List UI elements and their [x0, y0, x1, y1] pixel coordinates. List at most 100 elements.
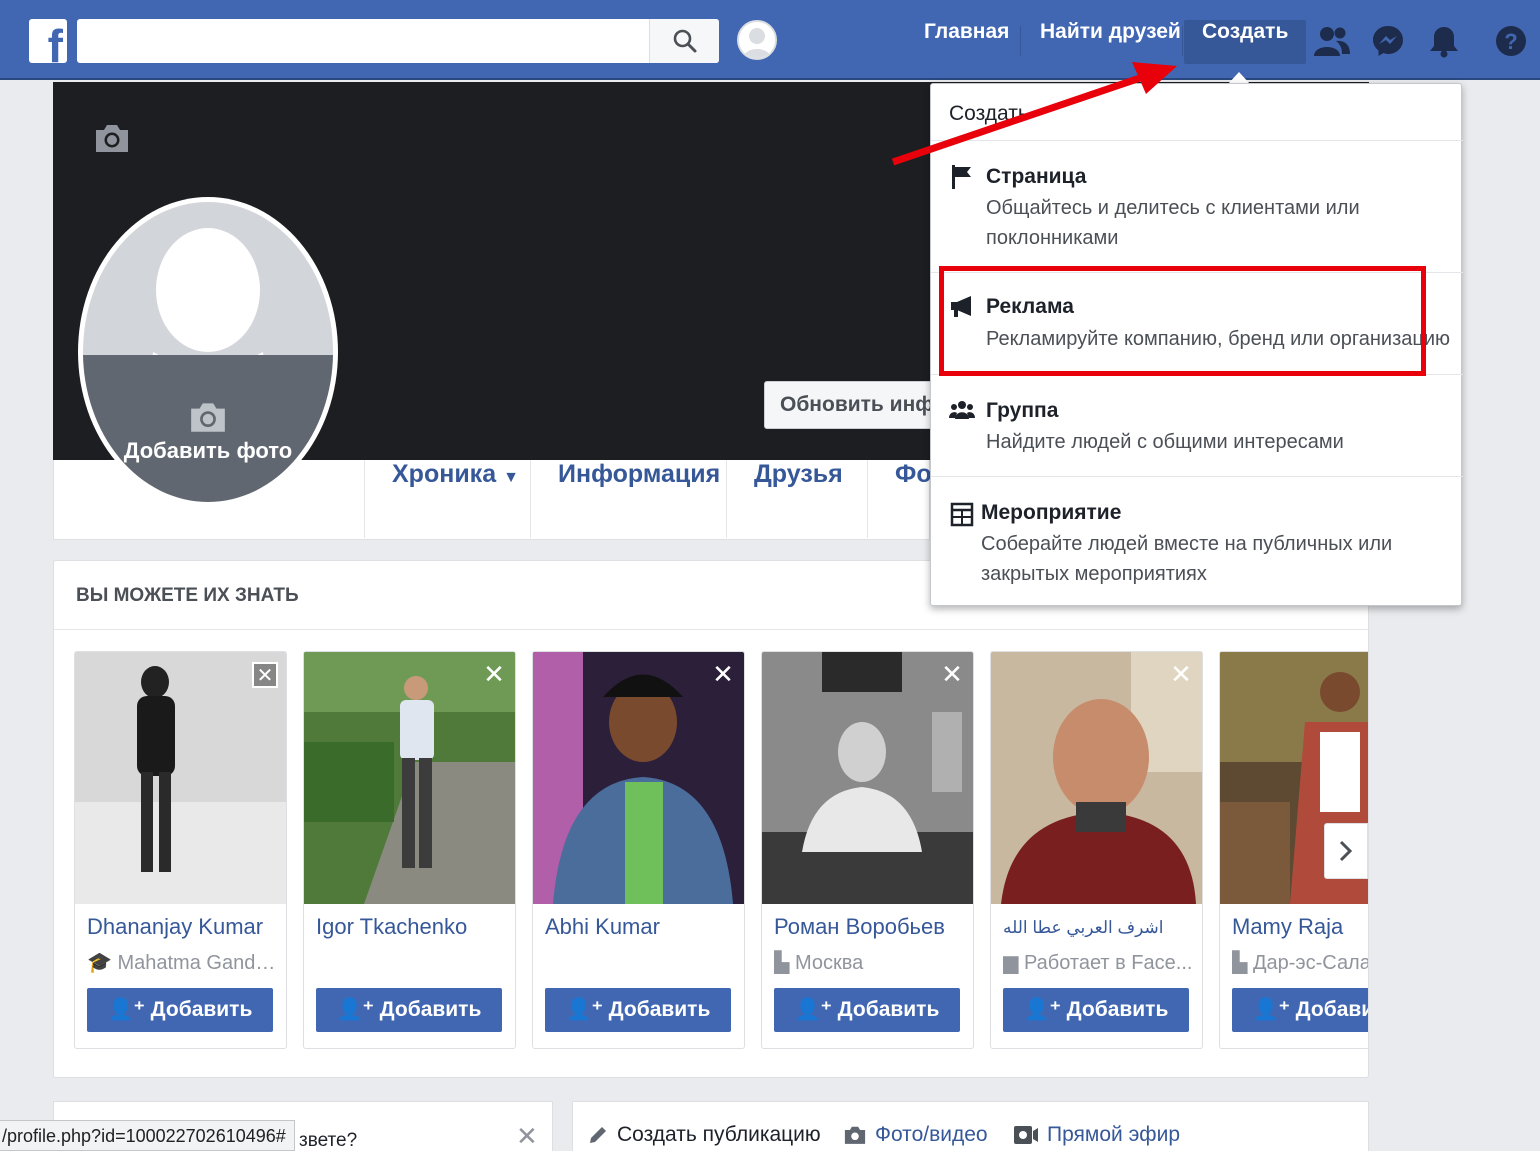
- nav-separator: [1020, 26, 1021, 56]
- help-icon: ?: [1496, 26, 1526, 56]
- person-name[interactable]: اشرف العربي عطا الله: [1003, 918, 1199, 938]
- menu-item-ad[interactable]: Реклама Рекламируйте компанию, бренд или…: [931, 273, 1463, 373]
- menu-item-title: Мероприятие: [981, 501, 1122, 524]
- dismiss-icon[interactable]: ✕: [1168, 662, 1194, 688]
- menu-item-desc: поклонниками: [986, 227, 1119, 249]
- menu-item-desc: Найдите людей с общими интересами: [986, 431, 1344, 453]
- dismiss-icon[interactable]: ✕: [252, 662, 278, 688]
- add-friend-button[interactable]: 👤⁺ Добавить: [87, 988, 273, 1032]
- section-title: ВЫ МОЖЕТЕ ИХ ЗНАТЬ: [76, 585, 299, 606]
- menu-item-desc: Общайтесь и делитесь с клиентами или: [986, 197, 1360, 219]
- add-friend-label: Добавить: [608, 998, 711, 1021]
- add-photo-overlay[interactable]: [83, 355, 333, 502]
- nav-home[interactable]: Главная: [912, 20, 1021, 64]
- add-friend-button[interactable]: 👤⁺ Добавить: [316, 988, 502, 1032]
- person-detail: ▙ Дар-эс-Салам: [1232, 950, 1368, 975]
- person-name[interactable]: Dhananjay Kumar: [87, 914, 283, 940]
- add-friend-icon: 👤⁺: [107, 998, 145, 1021]
- search-box: [77, 19, 719, 63]
- tab-timeline[interactable]: Хроника ▼: [364, 460, 546, 538]
- person-detail-text: Работает в Face...: [1023, 952, 1193, 974]
- avatar[interactable]: [737, 20, 777, 60]
- create-post-label: Создать публикацию: [617, 1123, 821, 1146]
- person-detail: ▙ Москва: [774, 950, 970, 975]
- nav-find-friends[interactable]: Найти друзей: [1028, 20, 1193, 64]
- close-icon[interactable]: ✕: [516, 1122, 538, 1151]
- school-icon: 🎓: [87, 952, 112, 974]
- person-card: ✕ Роман Воробьев ▙ Москва 👤⁺ Добавить: [761, 651, 974, 1049]
- people-you-may-know: ВЫ МОЖЕТЕ ИХ ЗНАТЬ ✕ Dhananjay Kumar 🎓 M…: [53, 560, 1369, 1078]
- question-text: звете?: [299, 1130, 358, 1151]
- dismiss-icon[interactable]: ✕: [481, 662, 507, 688]
- person-name[interactable]: Mamy Raja: [1232, 914, 1368, 940]
- camera-icon: [96, 125, 128, 152]
- add-friend-icon: 👤⁺: [1023, 998, 1061, 1021]
- add-friend-label: Добавить: [1066, 998, 1169, 1021]
- tab-about[interactable]: Информация: [530, 460, 747, 538]
- messenger-icon: [1373, 26, 1403, 56]
- friend-requests-button[interactable]: [1313, 22, 1351, 60]
- flag-icon: [952, 165, 971, 189]
- menu-item-group[interactable]: Группа Найдите людей с общими интересами: [931, 375, 1463, 475]
- live-video-button[interactable]: Прямой эфир: [1013, 1120, 1180, 1150]
- menu-item-title: Реклама: [986, 295, 1074, 318]
- person-name[interactable]: Роман Воробьев: [774, 914, 970, 940]
- create-post-button[interactable]: Создать публикацию: [587, 1120, 821, 1150]
- person-card: ✕ Abhi Kumar 👤⁺ Добавить: [532, 651, 745, 1049]
- post-composer: Создать публикацию Фото/видео Прямой эфи…: [572, 1101, 1369, 1151]
- person-photo[interactable]: [75, 652, 287, 904]
- add-friend-label: Добавить: [837, 998, 940, 1021]
- person-detail-text: Дар-эс-Салам: [1252, 952, 1368, 974]
- person-card: ✕ Dhananjay Kumar 🎓 Mahatma Gandhi .. 👤⁺…: [74, 651, 287, 1049]
- add-friend-button[interactable]: 👤⁺ Добавить: [545, 988, 731, 1032]
- calendar-icon: [950, 502, 974, 527]
- group-icon: [949, 401, 975, 419]
- add-friend-button[interactable]: 👤⁺ Добавить: [774, 988, 960, 1032]
- person-name[interactable]: Igor Tkachenko: [316, 914, 512, 940]
- create-dropdown-menu: Создать Страница Общайтесь и делитесь с …: [930, 83, 1463, 606]
- update-info-button[interactable]: Обновить информацию: [764, 381, 944, 429]
- status-bar-url: /profile.php?id=100022702610496#: [0, 1120, 295, 1151]
- add-friend-icon: 👤⁺: [565, 998, 603, 1021]
- camera-icon: [191, 403, 225, 432]
- search-button[interactable]: [649, 19, 719, 63]
- nav-separator: [1182, 26, 1183, 56]
- facebook-logo[interactable]: f: [29, 19, 67, 63]
- messenger-button[interactable]: [1369, 22, 1407, 60]
- nav-create-button[interactable]: Создать: [1184, 20, 1307, 64]
- tab-photos[interactable]: Фото: [867, 460, 931, 538]
- menu-item-desc: закрытых мероприятиях: [981, 563, 1207, 585]
- person-card: ✕ Igor Tkachenko 👤⁺ Добавить: [303, 651, 516, 1049]
- chevron-right-icon: [1339, 840, 1353, 862]
- default-avatar-icon: [739, 22, 775, 58]
- photo-video-label: Фото/видео: [875, 1123, 988, 1146]
- add-friend-icon: 👤⁺: [336, 998, 374, 1021]
- add-friend-label: Добавить: [150, 998, 253, 1021]
- search-input[interactable]: [77, 19, 649, 63]
- add-friend-icon: 👤⁺: [1252, 998, 1290, 1021]
- profile-picture[interactable]: Добавить фото: [78, 197, 338, 507]
- notifications-button[interactable]: [1425, 22, 1463, 60]
- menu-item-event[interactable]: Мероприятие Соберайте людей вместе на пу…: [931, 477, 1463, 605]
- photo-video-button[interactable]: Фото/видео: [843, 1120, 988, 1150]
- menu-item-page[interactable]: Страница Общайтесь и делитесь с клиентам…: [931, 141, 1463, 271]
- dismiss-icon[interactable]: ✕: [710, 662, 736, 688]
- tab-friends[interactable]: Друзья: [726, 460, 870, 538]
- person-detail-text: Москва: [794, 952, 864, 974]
- add-photo-label: Добавить фото: [123, 438, 293, 463]
- dismiss-icon[interactable]: ✕: [939, 662, 965, 688]
- add-friend-button[interactable]: 👤⁺ Добавить: [1003, 988, 1189, 1032]
- top-navigation-bar: f Главная Найти друзей Создать ?: [0, 0, 1540, 80]
- work-icon: ▆: [1003, 952, 1019, 974]
- divider: [54, 629, 1368, 630]
- person-detail: ▆ Работает в Face...: [1003, 950, 1199, 975]
- person-name[interactable]: Abhi Kumar: [545, 914, 741, 940]
- add-friend-button[interactable]: 👤⁺ Добавить: [1232, 988, 1368, 1032]
- help-button[interactable]: ?: [1492, 22, 1530, 60]
- next-arrow-button[interactable]: [1324, 823, 1368, 879]
- person-detail-text: Mahatma Gandhi ..: [117, 952, 283, 974]
- cover-camera-button[interactable]: [93, 122, 131, 159]
- tab-timeline-label: Хроника: [392, 460, 497, 488]
- megaphone-icon: [951, 296, 971, 317]
- city-icon: ▙: [1232, 952, 1248, 974]
